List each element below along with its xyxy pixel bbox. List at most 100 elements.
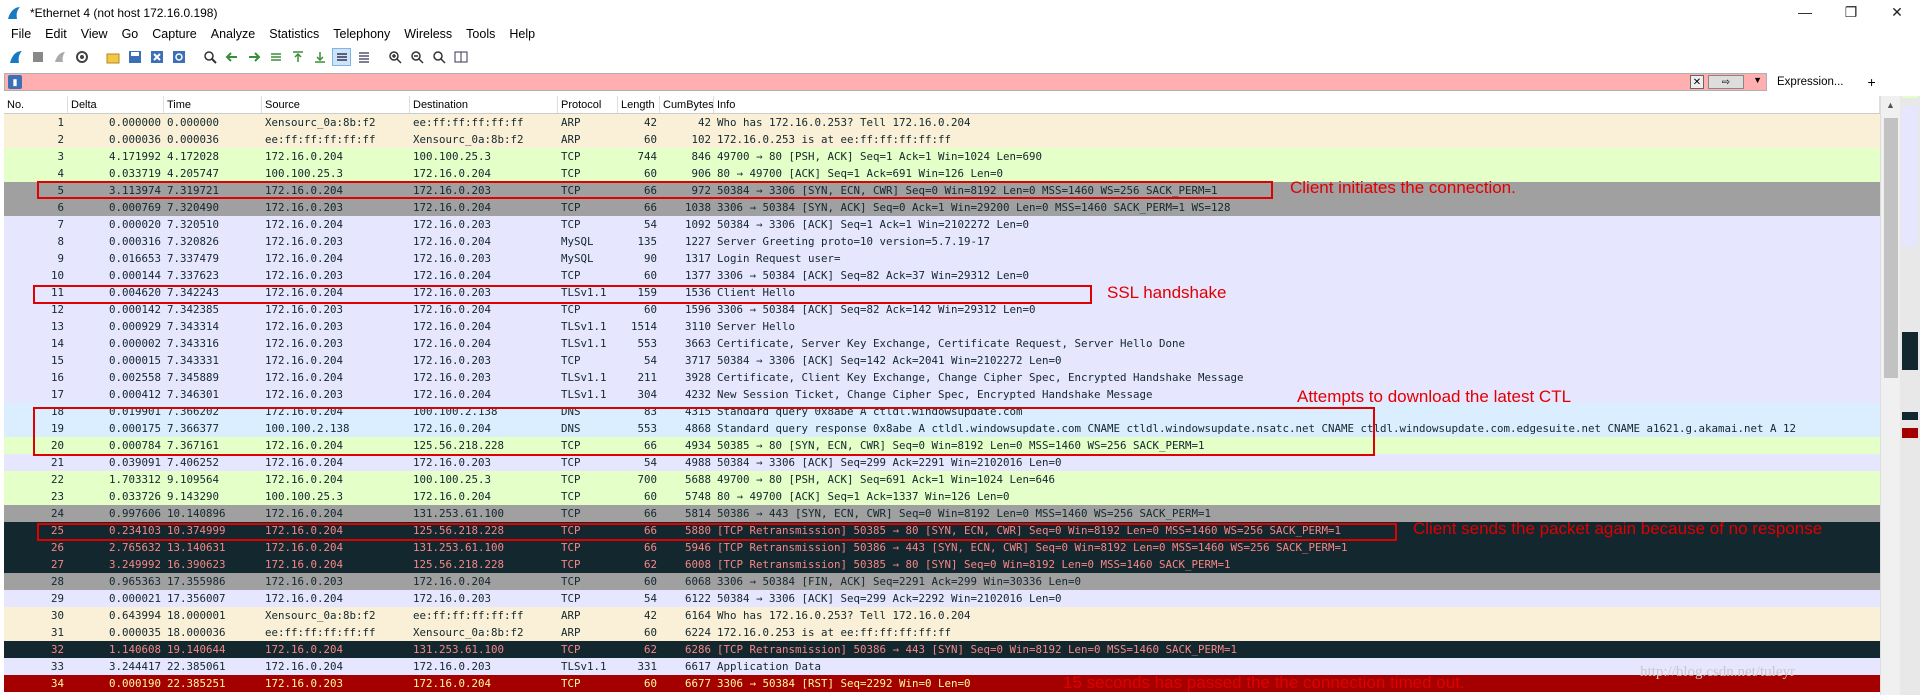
close-button[interactable]: ✕ [1874,0,1920,24]
packet-row[interactable]: 2 0.000036 0.000036 ee:ff:ff:ff:ff:ff Xensou… [4,131,1880,148]
colorize-icon[interactable] [354,48,373,66]
packet-row[interactable]: 33 3.244417 22.385061 172.16.0.204 172.16.0.… [4,658,1880,675]
packet-row[interactable]: 23 0.033726 9.143290 100.100.25.3 172.16.0.2… [4,488,1880,505]
menu-go[interactable]: Go [115,27,146,41]
minimize-button[interactable]: — [1782,0,1828,24]
packet-protocol: TCP [561,643,581,656]
menu-file[interactable]: File [4,27,38,41]
menu-telephony[interactable]: Telephony [326,27,397,41]
column-header-no[interactable]: No. [4,96,68,113]
zoom-in-icon[interactable] [385,48,404,66]
packet-row[interactable]: 4 0.033719 4.205747 100.100.25.3 172.16.0.20… [4,165,1880,182]
packet-delta: 0.000144 [108,269,161,282]
packet-delta: 0.002558 [108,371,161,384]
menu-statistics[interactable]: Statistics [262,27,326,41]
packet-destination: 172.16.0.204 [413,575,492,588]
packet-destination: 172.16.0.204 [413,167,492,180]
packet-row[interactable]: 28 0.965363 17.355986 172.16.0.203 172.16.0.… [4,573,1880,590]
reload-file-icon[interactable] [169,48,188,66]
packet-row[interactable]: 3 4.171992 4.172028 172.16.0.204 100.100.25.… [4,148,1880,165]
column-header-destination[interactable]: Destination [410,96,558,113]
packet-row[interactable]: 29 0.000021 17.356007 172.16.0.204 172.16.0.… [4,590,1880,607]
menu-tools[interactable]: Tools [459,27,502,41]
packet-row[interactable]: 8 0.000316 7.320826 172.16.0.203 172.16.0.20… [4,233,1880,250]
save-file-icon[interactable] [125,48,144,66]
maximize-button[interactable]: ❐ [1828,0,1874,24]
display-filter-input[interactable]: ▮ ✕ ⇨ ▼ [4,73,1767,91]
column-header-protocol[interactable]: Protocol [558,96,618,113]
packet-row[interactable]: 17 0.000412 7.346301 172.16.0.203 172.16.0.2… [4,386,1880,403]
packet-protocol: ARP [561,626,581,639]
close-file-icon[interactable] [147,48,166,66]
stop-capture-icon[interactable] [28,48,47,66]
find-packet-icon[interactable] [200,48,219,66]
packet-row[interactable]: 10 0.000144 7.337623 172.16.0.203 172.16.0.2… [4,267,1880,284]
packet-length: 54 [643,456,657,469]
packet-row[interactable]: 1 0.000000 0.000000 Xensourc_0a:8b:f2 ee:ff:… [4,114,1880,131]
column-header-source[interactable]: Source [262,96,410,113]
toolbar-separator [376,48,382,66]
menu-capture[interactable]: Capture [145,27,203,41]
go-first-icon[interactable] [288,48,307,66]
autoscroll-icon[interactable] [332,48,351,66]
packet-row[interactable]: 26 2.765632 13.140631 172.16.0.204 131.253.6… [4,539,1880,556]
start-capture-icon[interactable] [6,48,25,66]
packet-row[interactable]: 27 3.249992 16.390623 172.16.0.204 125.56.21… [4,556,1880,573]
packet-destination: 172.16.0.204 [413,320,492,333]
packet-number: 24 [50,507,64,520]
packet-row[interactable]: 34 0.000190 22.385251 172.16.0.203 172.16.0.… [4,675,1880,692]
column-header-info[interactable]: Info [714,96,1880,113]
packet-protocol: TCP [561,150,581,163]
packet-length: 54 [643,218,657,231]
packet-protocol: TLSv1.1 [561,337,607,350]
capture-options-icon[interactable] [72,48,91,66]
column-header-cumbytes[interactable]: CumBytes [660,96,714,113]
packet-source: 172.16.0.204 [265,150,344,163]
packet-time: 0.000036 [167,133,220,146]
menu-wireless[interactable]: Wireless [397,27,459,41]
open-file-icon[interactable] [103,48,122,66]
zoom-reset-icon[interactable] [429,48,448,66]
packet-row[interactable]: 16 0.002558 7.345889 172.16.0.204 172.16.0.2… [4,369,1880,386]
go-last-icon[interactable] [310,48,329,66]
packet-destination: 100.100.25.3 [413,150,492,163]
packet-row[interactable]: 21 0.039091 7.406252 172.16.0.204 172.16.0.2… [4,454,1880,471]
bookmark-icon[interactable]: ▮ [8,75,22,89]
scroll-up-icon[interactable]: ▲ [1881,96,1900,113]
packet-row[interactable]: 6 0.000769 7.320490 172.16.0.203 172.16.0.20… [4,199,1880,216]
packet-row[interactable]: 7 0.000020 7.320510 172.16.0.204 172.16.0.20… [4,216,1880,233]
column-header-length[interactable]: Length [618,96,660,113]
packet-minimap[interactable] [1900,96,1920,695]
packet-row[interactable]: 22 1.703312 9.109564 172.16.0.204 100.100.25… [4,471,1880,488]
packet-row[interactable]: 14 0.000002 7.343316 172.16.0.203 172.16.0.2… [4,335,1880,352]
menu-edit[interactable]: Edit [38,27,74,41]
packet-number: 4 [57,167,64,180]
packet-list-scrollbar[interactable]: ▲ [1880,96,1900,695]
packet-row[interactable]: 13 0.000929 7.343314 172.16.0.203 172.16.0.2… [4,318,1880,335]
packet-row[interactable]: 30 0.643994 18.000001 Xensourc_0a:8b:f2 ee:f… [4,607,1880,624]
go-back-icon[interactable] [222,48,241,66]
clear-filter-icon[interactable]: ✕ [1690,75,1704,89]
packet-protocol: TCP [561,218,581,231]
add-filter-button[interactable]: + [1867,74,1875,90]
expression-button[interactable]: Expression... [1777,76,1843,88]
zoom-out-icon[interactable] [407,48,426,66]
menu-analyze[interactable]: Analyze [204,27,262,41]
packet-row[interactable]: 9 0.016653 7.337479 172.16.0.204 172.16.0.20… [4,250,1880,267]
filter-history-dropdown-icon[interactable]: ▼ [1753,75,1762,85]
column-header-time[interactable]: Time [164,96,262,113]
column-header-delta[interactable]: Delta [68,96,164,113]
resize-columns-icon[interactable] [451,48,470,66]
packet-row[interactable]: 32 1.140608 19.140644 172.16.0.204 131.253.6… [4,641,1880,658]
menu-help[interactable]: Help [502,27,542,41]
restart-capture-icon[interactable] [50,48,69,66]
go-to-packet-icon[interactable] [266,48,285,66]
menu-view[interactable]: View [74,27,115,41]
go-forward-icon[interactable] [244,48,263,66]
apply-filter-icon[interactable]: ⇨ [1708,75,1744,89]
packet-number: 27 [50,558,64,571]
packet-time: 0.000000 [167,116,220,129]
packet-row[interactable]: 31 0.000035 18.000036 ee:ff:ff:ff:ff:ff Xens… [4,624,1880,641]
packet-row[interactable]: 15 0.000015 7.343331 172.16.0.204 172.16.0.2… [4,352,1880,369]
scrollbar-thumb[interactable] [1884,118,1898,378]
